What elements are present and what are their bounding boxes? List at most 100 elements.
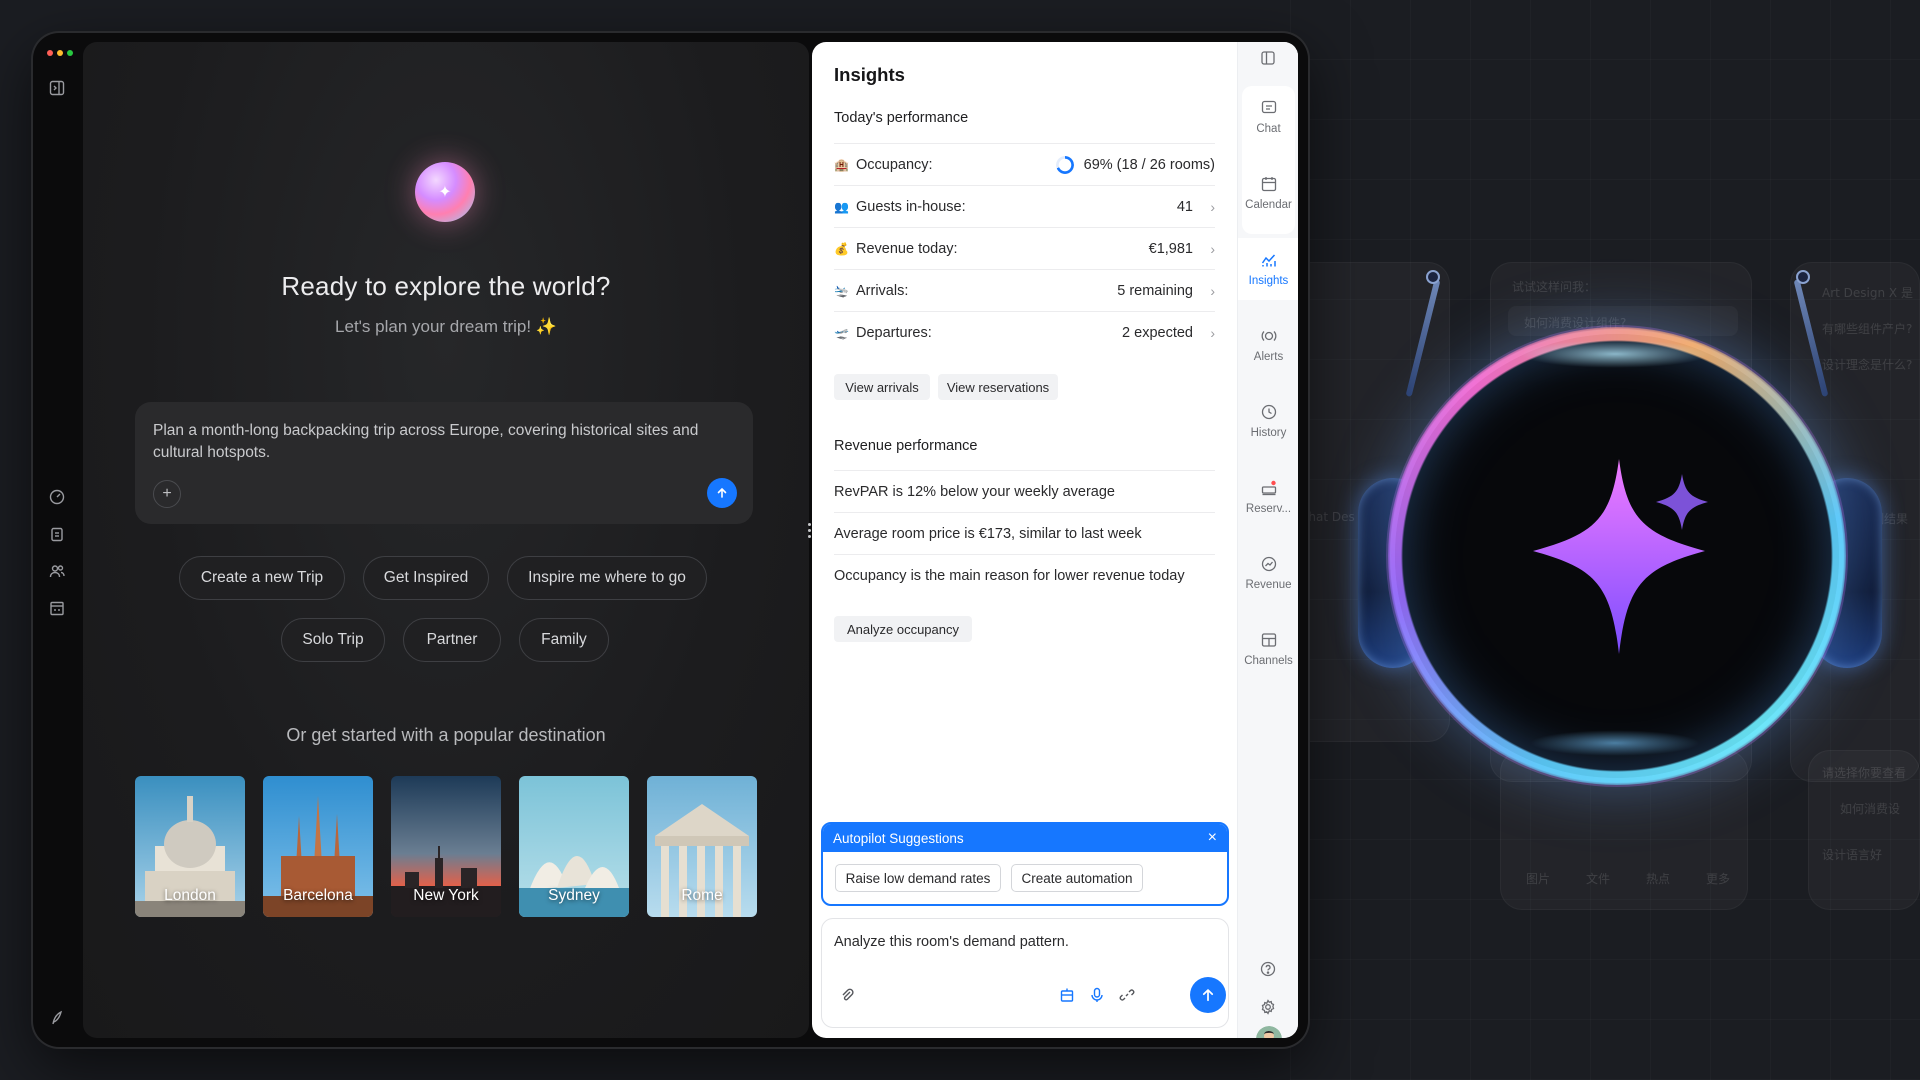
chat-icon (1261, 100, 1276, 114)
arrow-up-icon (717, 487, 727, 498)
paperclip-icon[interactable] (838, 986, 856, 1004)
raise-rates-button[interactable]: Raise low demand rates (835, 864, 1001, 892)
hotel-tool-icon[interactable] (1058, 986, 1076, 1004)
feather-icon[interactable] (48, 1009, 66, 1027)
settings-gear-icon[interactable] (1259, 998, 1277, 1016)
money-bag-icon: 💰 (834, 241, 849, 256)
tab-insights[interactable]: Insights (1238, 238, 1298, 300)
autopilot-title: Autopilot Suggestions (833, 830, 964, 846)
dashboard-icon[interactable] (48, 488, 66, 506)
maximize-dot[interactable] (67, 50, 73, 56)
insights-content: Insights Today's performance 🏨 Occupancy… (812, 42, 1237, 1038)
prompt-text[interactable]: Plan a month-long backpacking trip acros… (153, 420, 743, 464)
link-icon[interactable] (1118, 986, 1136, 1004)
metric-arrivals[interactable]: 🛬 Arrivals: 5 remaining › (834, 269, 1215, 311)
send-button[interactable] (707, 478, 737, 508)
sidebar-toggle-icon[interactable] (48, 79, 66, 97)
channels-icon (1261, 633, 1276, 647)
send-message-button[interactable] (1190, 977, 1226, 1013)
orb-ring (1388, 327, 1846, 785)
metric-revenue[interactable]: 💰 Revenue today: €1,981 › (834, 227, 1215, 269)
ghost-text: 热点 (1646, 872, 1671, 886)
hero-subtitle: Let's plan your dream trip! ✨ (335, 317, 557, 336)
revenue-insight: Occupancy is the main reason for lower r… (834, 554, 1215, 596)
close-dot[interactable] (47, 50, 53, 56)
metric-value: 69% (18 / 26 rooms) (1083, 156, 1215, 173)
destination-card-barcelona[interactable]: Barcelona (263, 776, 373, 917)
tab-calendar[interactable]: Calendar (1238, 162, 1298, 224)
metric-label: Revenue today: (856, 240, 958, 257)
minimize-dot[interactable] (57, 50, 63, 56)
destination-label: Rome (681, 887, 723, 904)
orb-glint (1520, 340, 1710, 368)
building-icon[interactable] (48, 599, 66, 617)
destination-card-london[interactable]: London (135, 776, 245, 917)
chip-partner[interactable]: Partner (403, 618, 501, 662)
tab-label: Channels (1244, 655, 1293, 667)
add-attachment-button[interactable]: + (153, 480, 181, 508)
tab-chat[interactable]: Chat (1238, 86, 1298, 148)
metric-label: Occupancy: (856, 156, 933, 173)
tab-channels[interactable]: Channels (1238, 618, 1298, 680)
create-automation-button[interactable]: Create automation (1011, 864, 1143, 892)
chevron-right-icon: › (1210, 282, 1215, 299)
ghost-text: Chat Des (1300, 510, 1355, 524)
hotel-icon: 🏨 (834, 157, 849, 172)
close-icon[interactable]: × (1208, 829, 1217, 847)
arrow-up-icon (1202, 988, 1214, 1002)
chip-inspire-me[interactable]: Inspire me where to go (507, 556, 707, 600)
analyze-occupancy-button[interactable]: Analyze occupancy (834, 616, 972, 642)
destination-card-new-york[interactable]: New York (391, 776, 501, 917)
ghost-text: Art Design X 是 (1822, 286, 1913, 300)
alerts-icon (1261, 331, 1276, 341)
tab-reservations[interactable]: Reserv... (1238, 466, 1298, 528)
autopilot-header: Autopilot Suggestions × (823, 824, 1227, 852)
chip-create-trip[interactable]: Create a new Trip (179, 556, 345, 600)
metric-departures[interactable]: 🛫 Departures: 2 expected › (834, 311, 1215, 353)
chevron-right-icon: › (1210, 324, 1215, 341)
metric-label: Arrivals: (856, 282, 909, 299)
tab-label: History (1250, 427, 1287, 439)
destinations-heading: Or get started with a popular destinatio… (286, 725, 606, 745)
hero-title: Ready to explore the world? (281, 271, 611, 301)
metric-value: €1,981 (1148, 240, 1193, 257)
user-avatar[interactable] (1256, 1026, 1282, 1038)
composer-input[interactable]: Analyze this room's demand pattern. (834, 934, 1069, 950)
view-arrivals-button[interactable]: View arrivals (834, 374, 930, 400)
chat-composer[interactable]: Analyze this room's demand pattern. (821, 918, 1229, 1028)
help-icon[interactable] (1259, 960, 1277, 978)
ghost-text: 更多 (1706, 872, 1731, 886)
panel-toggle-icon[interactable] (1259, 49, 1277, 67)
occupancy-progress-ring (1055, 155, 1074, 174)
device-frame: ✦ Ready to explore the world? Let's plan… (33, 33, 1308, 1047)
destination-card-sydney[interactable]: Sydney (519, 776, 629, 917)
chip-family[interactable]: Family (519, 618, 609, 662)
chip-solo-trip[interactable]: Solo Trip (281, 618, 385, 662)
insights-icon (1261, 254, 1276, 267)
tab-revenue[interactable]: Revenue (1238, 542, 1298, 604)
guests-icon: 👥 (834, 199, 849, 214)
clipboard-icon[interactable] (48, 525, 66, 543)
view-reservations-button[interactable]: View reservations (938, 374, 1058, 400)
metric-guests[interactable]: 👥 Guests in-house: 41 › (834, 185, 1215, 227)
antenna-tip (1796, 270, 1810, 284)
revenue-insight: Average room price is €173, similar to l… (834, 512, 1215, 554)
trip-prompt-input[interactable]: Plan a month-long backpacking trip acros… (135, 402, 753, 524)
destination-card-rome[interactable]: Rome (647, 776, 757, 917)
ghost-text: 设计语言好 (1822, 848, 1883, 862)
ghost-text: 如何消费设 (1840, 802, 1901, 816)
metric-label: Guests in-house: (856, 198, 966, 215)
tab-history[interactable]: History (1238, 390, 1298, 452)
metric-value: 41 (1176, 198, 1193, 215)
destination-label: Barcelona (283, 887, 353, 904)
microphone-icon[interactable] (1088, 986, 1106, 1004)
tab-alerts[interactable]: Alerts (1238, 314, 1298, 376)
destination-label: London (164, 887, 216, 904)
arrivals-icon: 🛬 (834, 283, 849, 298)
users-icon[interactable] (48, 562, 66, 580)
chevron-right-icon: › (1210, 198, 1215, 215)
orb-glint (1530, 730, 1700, 756)
tab-label: Reserv... (1245, 503, 1292, 515)
chip-get-inspired[interactable]: Get Inspired (363, 556, 489, 600)
tab-label: Calendar (1245, 199, 1292, 211)
